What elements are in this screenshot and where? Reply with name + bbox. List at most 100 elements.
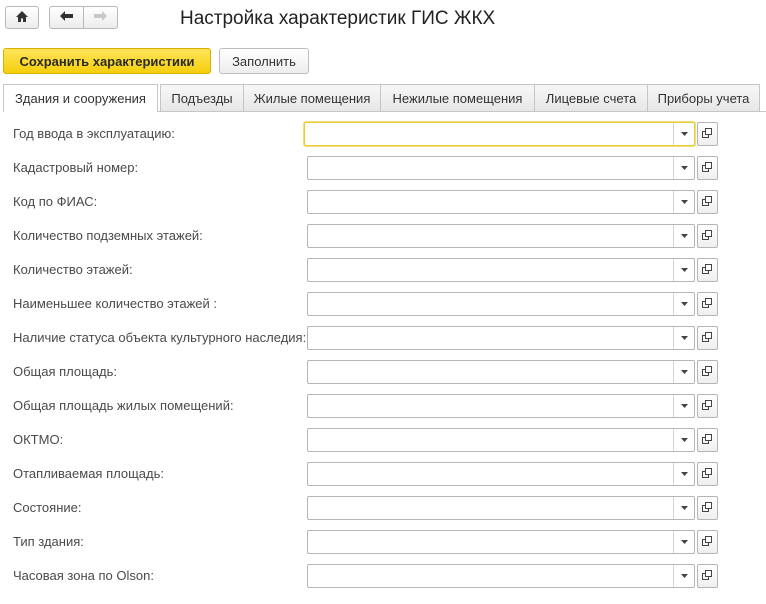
field-input[interactable]: [307, 428, 695, 452]
open-form-button[interactable]: [697, 564, 718, 588]
dropdown-button[interactable]: [673, 191, 694, 213]
field-value[interactable]: [309, 125, 670, 143]
open-form-button[interactable]: [697, 530, 718, 554]
dropdown-button[interactable]: [673, 463, 694, 485]
field-value[interactable]: [312, 193, 670, 211]
field-input[interactable]: [307, 292, 695, 316]
field-input[interactable]: [307, 326, 695, 350]
form-row: Отапливаемая площадь:: [0, 462, 766, 486]
field-label: Количество этажей:: [13, 262, 133, 277]
chevron-down-icon: [680, 370, 688, 374]
chevron-down-icon: [680, 234, 688, 238]
back-button[interactable]: [49, 6, 84, 29]
open-form-button[interactable]: [697, 462, 718, 486]
field-input[interactable]: [304, 122, 695, 146]
field-value[interactable]: [312, 533, 670, 551]
tab-meters[interactable]: Приборы учета: [647, 84, 760, 111]
open-form-button[interactable]: [697, 360, 718, 384]
field-label: Общая площадь жилых помещений:: [13, 398, 234, 413]
field-input[interactable]: [307, 394, 695, 418]
field-value[interactable]: [312, 295, 670, 313]
dropdown-button[interactable]: [673, 497, 694, 519]
open-form-button[interactable]: [697, 156, 718, 180]
form-row: Часовая зона по Olson:: [0, 564, 766, 588]
chevron-down-icon: [680, 404, 688, 408]
field-label: Наличие статуса объекта культурного насл…: [13, 330, 307, 345]
arrow-left-icon: [59, 10, 74, 25]
open-window-icon: [702, 433, 713, 448]
page-title: Настройка характеристик ГИС ЖКХ: [180, 8, 496, 29]
open-window-icon: [702, 365, 713, 380]
dropdown-button[interactable]: [673, 531, 694, 553]
tab-entrances[interactable]: Подъезды: [160, 84, 244, 111]
open-form-button[interactable]: [697, 190, 718, 214]
dropdown-button[interactable]: [673, 123, 694, 145]
forward-button[interactable]: [83, 6, 118, 29]
field-label: Наименьшее количество этажей :: [13, 296, 217, 311]
save-characteristics-button[interactable]: Сохранить характеристики: [3, 48, 211, 74]
form-row: ОКТМО:: [0, 428, 766, 452]
field-input[interactable]: [307, 258, 695, 282]
field-input[interactable]: [307, 190, 695, 214]
chevron-down-icon: [680, 302, 688, 306]
open-window-icon: [702, 467, 713, 482]
form-row: Количество подземных этажей:: [0, 224, 766, 248]
field-value[interactable]: [312, 329, 670, 347]
dropdown-button[interactable]: [673, 429, 694, 451]
dropdown-button[interactable]: [673, 361, 694, 383]
dropdown-button[interactable]: [673, 395, 694, 417]
field-input[interactable]: [307, 462, 695, 486]
chevron-down-icon: [680, 540, 688, 544]
open-window-icon: [702, 501, 713, 516]
field-input[interactable]: [307, 496, 695, 520]
dropdown-button[interactable]: [673, 565, 694, 587]
fill-button[interactable]: Заполнить: [219, 48, 309, 74]
field-label: ОКТМО:: [13, 432, 64, 447]
open-form-button[interactable]: [697, 258, 718, 282]
field-value[interactable]: [312, 499, 670, 517]
dropdown-button[interactable]: [673, 259, 694, 281]
dropdown-button[interactable]: [673, 157, 694, 179]
field-value[interactable]: [312, 261, 670, 279]
field-input[interactable]: [307, 156, 695, 180]
field-value[interactable]: [312, 227, 670, 245]
open-window-icon: [702, 195, 713, 210]
tab-residential-premises[interactable]: Жилые помещения: [243, 84, 381, 111]
field-label: Общая площадь:: [13, 364, 118, 379]
open-form-button[interactable]: [697, 428, 718, 452]
field-value[interactable]: [312, 567, 670, 585]
field-value[interactable]: [312, 431, 670, 449]
form-row: Кадастровый номер:: [0, 156, 766, 180]
open-form-button[interactable]: [697, 292, 718, 316]
field-input[interactable]: [307, 530, 695, 554]
field-label: Состояние:: [13, 500, 82, 515]
open-form-button[interactable]: [697, 326, 718, 350]
field-value[interactable]: [312, 363, 670, 381]
form-row: Общая площадь жилых помещений:: [0, 394, 766, 418]
dropdown-button[interactable]: [673, 225, 694, 247]
open-window-icon: [702, 569, 713, 584]
chevron-down-icon: [680, 336, 688, 340]
home-button[interactable]: [5, 6, 39, 29]
field-input[interactable]: [307, 360, 695, 384]
open-form-button[interactable]: [697, 122, 718, 146]
open-form-button[interactable]: [697, 496, 718, 520]
open-form-button[interactable]: [697, 394, 718, 418]
field-input[interactable]: [307, 564, 695, 588]
form-row: Количество этажей:: [0, 258, 766, 282]
field-value[interactable]: [312, 397, 670, 415]
dropdown-button[interactable]: [673, 293, 694, 315]
dropdown-button[interactable]: [673, 327, 694, 349]
form-row: Состояние:: [0, 496, 766, 520]
tab-personal-accounts[interactable]: Лицевые счета: [534, 84, 648, 111]
tab-buildings[interactable]: Здания и сооружения: [3, 84, 158, 112]
chevron-down-icon: [680, 132, 688, 136]
field-label: Отапливаемая площадь:: [13, 466, 164, 481]
field-value[interactable]: [312, 465, 670, 483]
form-row: Наименьшее количество этажей :: [0, 292, 766, 316]
field-value[interactable]: [312, 159, 670, 177]
open-form-button[interactable]: [697, 224, 718, 248]
field-input[interactable]: [307, 224, 695, 248]
tab-nonresidential-premises[interactable]: Нежилые помещения: [380, 84, 535, 111]
chevron-down-icon: [680, 574, 688, 578]
